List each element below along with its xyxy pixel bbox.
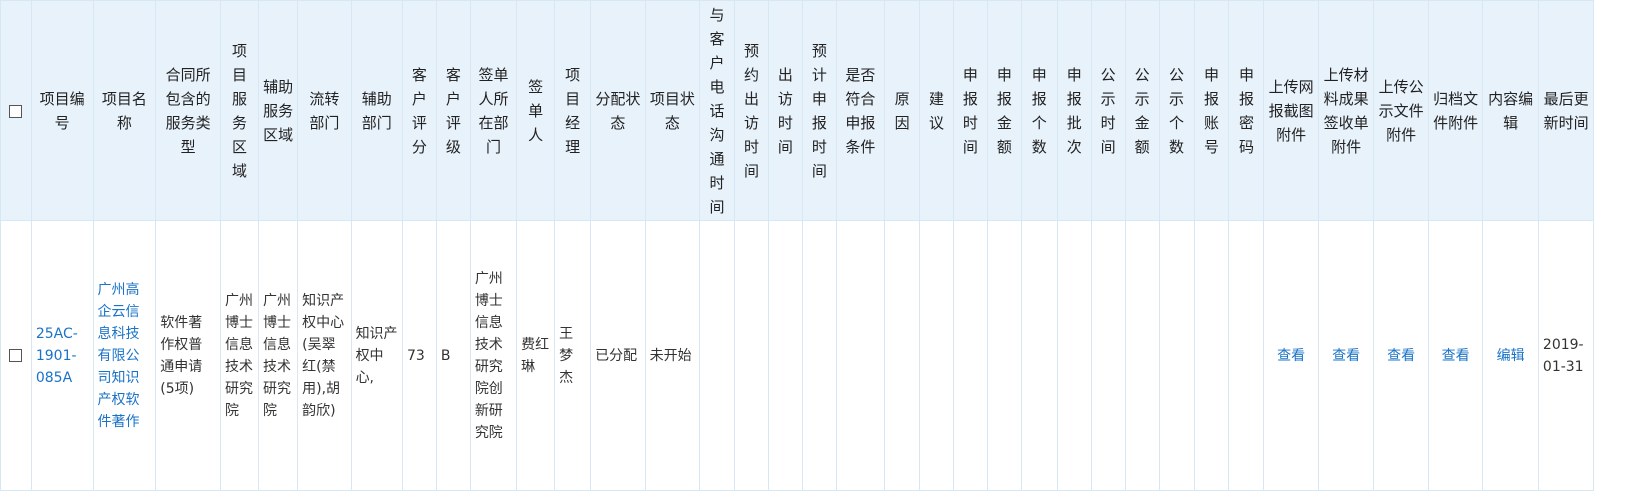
project-no-cell[interactable]: 25AC-1901-085A xyxy=(30,220,94,491)
row-select-cell[interactable] xyxy=(0,220,32,491)
col-header: 申报账号 xyxy=(1193,0,1230,221)
col-header: 申报金额 xyxy=(986,0,1022,221)
project-name-link[interactable]: 广州高企云信息科技有限公司知识产权软件著作 xyxy=(98,282,140,430)
project-name-cell[interactable]: 广州高企云信息科技有限公司知识产权软件著作 xyxy=(92,220,157,491)
col-header: 是否符合申报条件 xyxy=(835,0,886,221)
updated-time: 2019-01-31 xyxy=(1537,220,1595,491)
empty-cell xyxy=(986,220,1022,491)
col-header: 上传公示文件附件 xyxy=(1373,0,1429,221)
select-all-checkbox[interactable] xyxy=(9,104,23,118)
view-link[interactable]: 查看 xyxy=(1387,348,1415,364)
col-header: 预计申报时间 xyxy=(801,0,837,221)
col-header: 合同所包含的服务类型 xyxy=(155,0,222,221)
col-header: 与客户电话沟通时间 xyxy=(699,0,736,221)
col-header: 原因 xyxy=(884,0,921,221)
col-header: 签单人所在部门 xyxy=(469,0,518,221)
col-header: 公示金额 xyxy=(1124,0,1160,221)
col-header: 出访时间 xyxy=(767,0,803,221)
project-table: 项目编号 项目名称 合同所包含的服务类型 项目服务区域 辅助服务区域 流转部门 … xyxy=(0,0,1641,491)
col-header: 申报批次 xyxy=(1056,0,1092,221)
col-header: 申报密码 xyxy=(1228,0,1265,221)
col-header: 分配状态 xyxy=(590,0,646,221)
empty-cell xyxy=(952,220,988,491)
empty-cell xyxy=(1158,220,1195,491)
col-header: 辅助部门 xyxy=(350,0,403,221)
empty-cell xyxy=(699,220,736,491)
service-area: 广州博士信息技术研究院 xyxy=(220,220,260,491)
transfer-dept: 知识产权中心(吴翠红(禁用),胡韵欣) xyxy=(297,220,352,491)
col-header: 内容编辑 xyxy=(1482,0,1539,221)
table-row: 25AC-1901-085A 广州高企云信息科技有限公司知识产权软件著作 软件著… xyxy=(0,220,1641,491)
view-link[interactable]: 查看 xyxy=(1277,348,1305,364)
col-header: 预约出访时间 xyxy=(734,0,769,221)
project-no-link[interactable]: 25AC-1901-085A xyxy=(36,326,78,386)
col-header: 最后更新时间 xyxy=(1537,0,1595,221)
project-manager: 王梦杰 xyxy=(554,220,592,491)
signer-dept: 广州博士信息技术研究院创新研究院 xyxy=(469,220,518,491)
empty-cell xyxy=(1124,220,1160,491)
empty-cell xyxy=(801,220,837,491)
aux-dept: 知识产权中心, xyxy=(350,220,403,491)
empty-cell xyxy=(835,220,886,491)
col-header: 公示时间 xyxy=(1090,0,1126,221)
view-cell[interactable]: 查看 xyxy=(1317,220,1375,491)
col-header: 归档文件附件 xyxy=(1427,0,1484,221)
view-cell[interactable]: 查看 xyxy=(1373,220,1429,491)
col-header: 申报个数 xyxy=(1020,0,1058,221)
col-header: 公示个数 xyxy=(1158,0,1195,221)
col-header: 项目编号 xyxy=(30,0,94,221)
empty-cell xyxy=(1020,220,1058,491)
col-header: 上传材料成果签收单附件 xyxy=(1317,0,1375,221)
col-header: 辅助服务区域 xyxy=(258,0,299,221)
customer-grade: B xyxy=(435,220,471,491)
edit-cell[interactable]: 编辑 xyxy=(1482,220,1539,491)
col-header: 签单人 xyxy=(516,0,556,221)
view-cell[interactable]: 查看 xyxy=(1427,220,1484,491)
col-header: 建议 xyxy=(919,0,954,221)
row-checkbox[interactable] xyxy=(9,349,23,362)
col-header: 项目服务区域 xyxy=(220,0,260,221)
empty-cell xyxy=(1193,220,1230,491)
col-header: 流转部门 xyxy=(297,0,352,221)
empty-cell xyxy=(1056,220,1092,491)
col-header: 项目经理 xyxy=(554,0,592,221)
select-all-cell[interactable] xyxy=(0,0,32,221)
service-type: 软件著作权普通申请(5项) xyxy=(155,220,222,491)
col-header: 申报时间 xyxy=(952,0,988,221)
view-link[interactable]: 查看 xyxy=(1332,348,1360,364)
empty-cell xyxy=(919,220,954,491)
customer-score: 73 xyxy=(401,220,437,491)
col-header: 项目状态 xyxy=(644,0,701,221)
header-row: 项目编号 项目名称 合同所包含的服务类型 项目服务区域 辅助服务区域 流转部门 … xyxy=(0,0,1641,221)
aux-area: 广州博士信息技术研究院 xyxy=(258,220,299,491)
empty-cell xyxy=(734,220,769,491)
project-status: 未开始 xyxy=(644,220,701,491)
empty-cell xyxy=(1228,220,1265,491)
edit-link[interactable]: 编辑 xyxy=(1497,348,1525,364)
view-link[interactable]: 查看 xyxy=(1442,348,1470,364)
view-cell[interactable]: 查看 xyxy=(1263,220,1319,491)
signer: 费红琳 xyxy=(516,220,556,491)
col-header: 项目名称 xyxy=(92,0,157,221)
col-header: 客户评级 xyxy=(435,0,471,221)
assign-status: 已分配 xyxy=(590,220,646,491)
empty-cell xyxy=(1090,220,1126,491)
empty-cell xyxy=(767,220,803,491)
empty-cell xyxy=(884,220,921,491)
col-header: 客户评分 xyxy=(401,0,437,221)
col-header: 上传网报截图附件 xyxy=(1263,0,1319,221)
